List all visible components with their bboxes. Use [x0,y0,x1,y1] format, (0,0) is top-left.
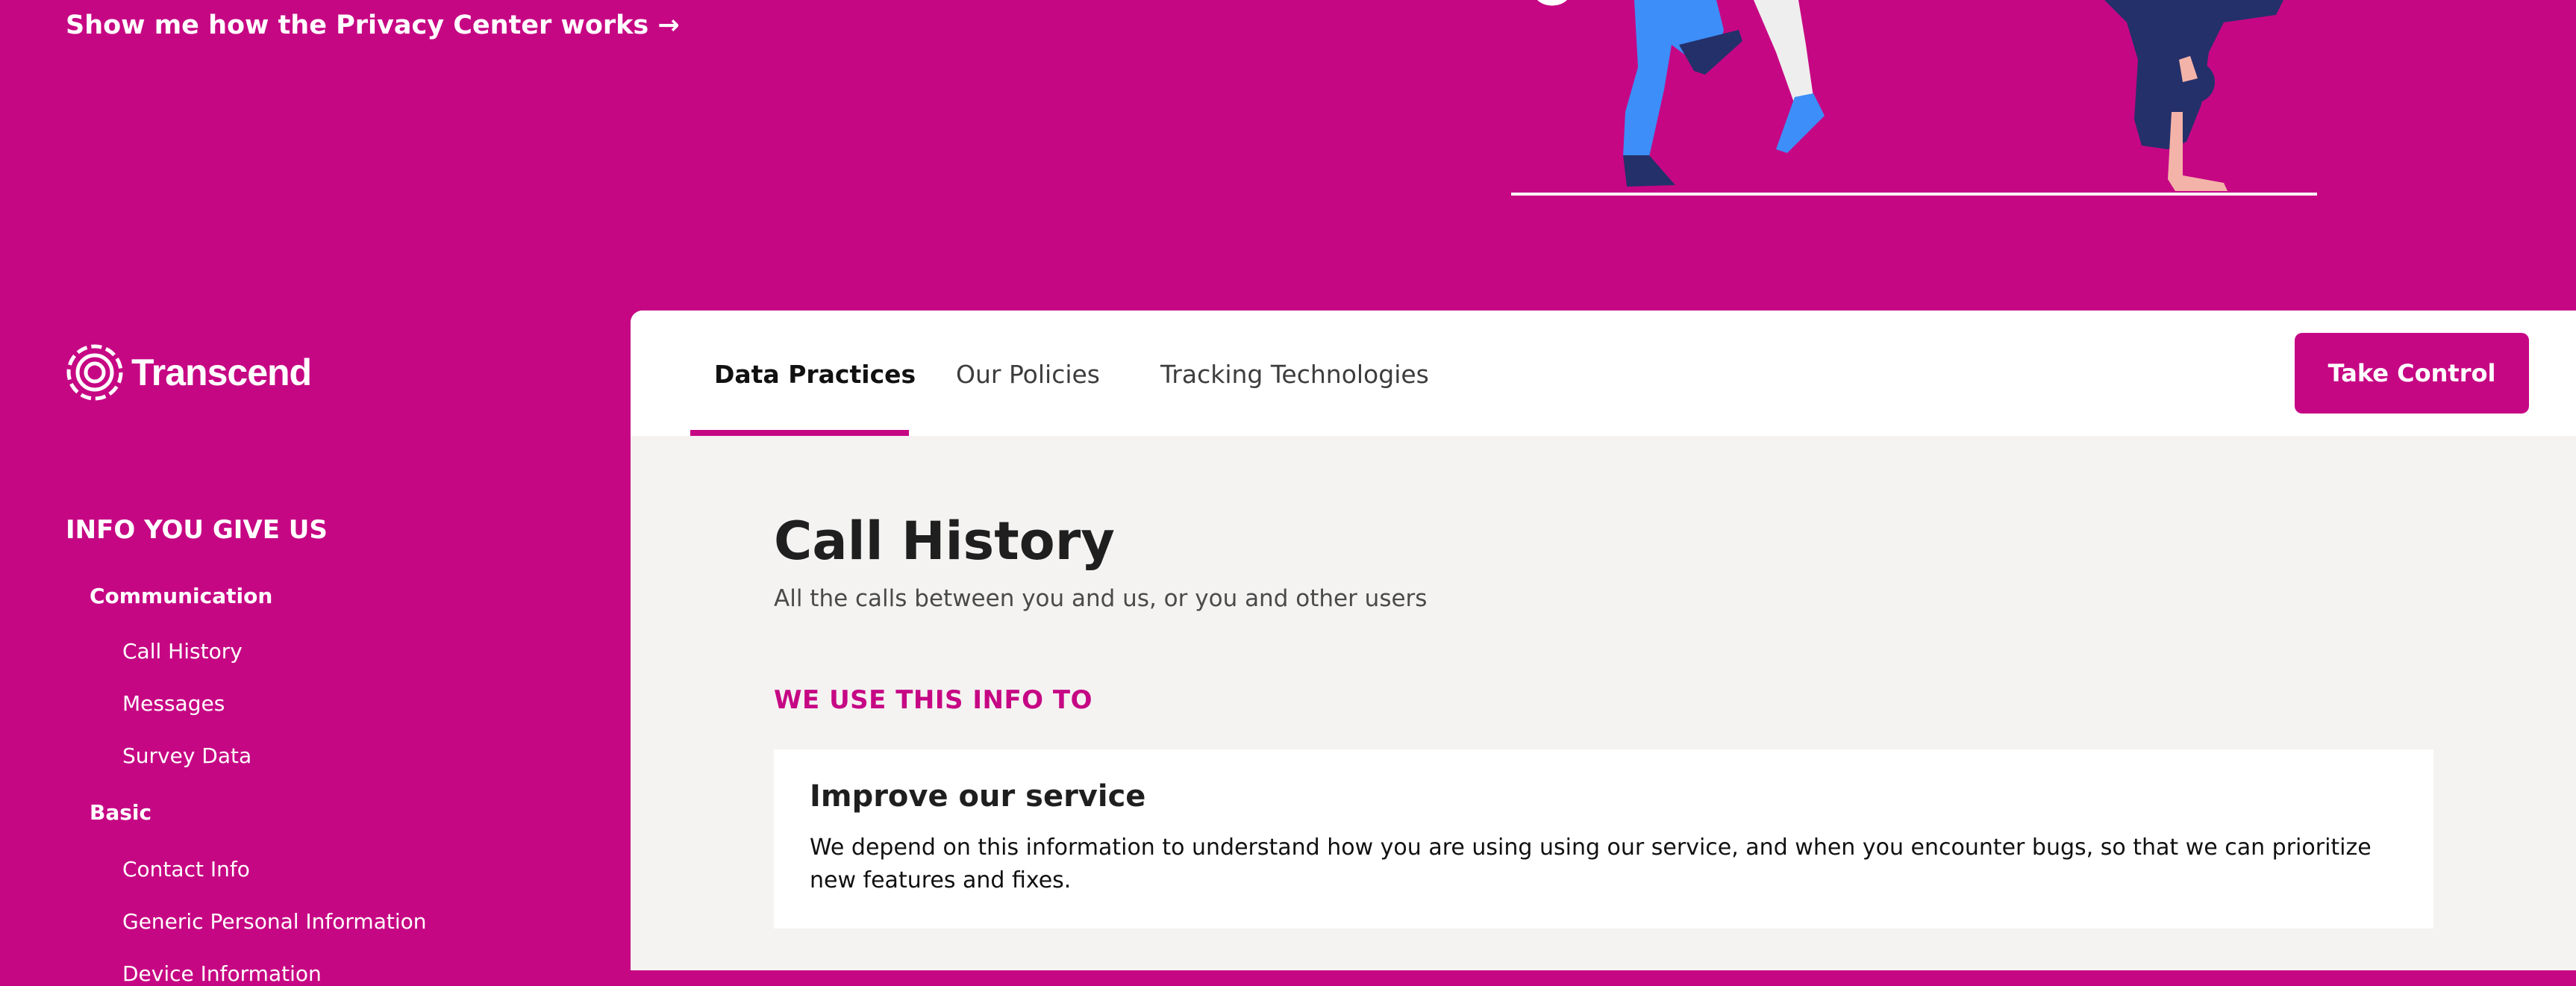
top-navigation: Data Practices Our Policies Tracking Tec… [631,311,2576,436]
purpose-card: Improve our service We depend on this in… [774,749,2433,929]
main-panel: Data Practices Our Policies Tracking Tec… [631,311,2576,970]
sidebar-item-generic-personal-information[interactable]: Generic Personal Information [122,909,427,934]
sidebar: Transcend INFO YOU GIVE US Communication… [0,311,631,986]
brand-logo[interactable]: Transcend [66,343,312,402]
page-title: Call History [774,511,1115,572]
take-control-button[interactable]: Take Control [2295,333,2529,414]
purpose-card-title: Improve our service [810,779,1146,814]
sidebar-group-basic[interactable]: Basic [90,800,151,825]
tab-tracking-technologies[interactable]: Tracking Technologies [1160,360,1429,389]
active-tab-indicator [690,430,909,436]
section-label: WE USE THIS INFO TO [774,685,1093,715]
sidebar-item-device-information[interactable]: Device Information [122,961,322,986]
sidebar-group-communication[interactable]: Communication [90,584,272,608]
sidebar-item-contact-info[interactable]: Contact Info [122,857,250,882]
sidebar-item-call-history[interactable]: Call History [122,639,243,664]
tab-data-practices[interactable]: Data Practices [714,360,916,389]
privacy-center-tour-link[interactable]: Show me how the Privacy Center works → [66,10,680,40]
sidebar-heading: INFO YOU GIVE US [66,515,328,545]
hero-banner: Show me how the Privacy Center works → [0,0,2576,311]
purpose-card-text: We depend on this information to underst… [810,834,2372,893]
hero-illustration [1511,0,2317,196]
page-subtitle: All the calls between you and us, or you… [774,585,1428,612]
sidebar-item-messages[interactable]: Messages [122,691,225,716]
tab-our-policies[interactable]: Our Policies [956,360,1100,389]
sidebar-item-survey-data[interactable]: Survey Data [122,743,251,768]
brand-name: Transcend [131,352,312,393]
transcend-logo-icon [66,344,123,401]
